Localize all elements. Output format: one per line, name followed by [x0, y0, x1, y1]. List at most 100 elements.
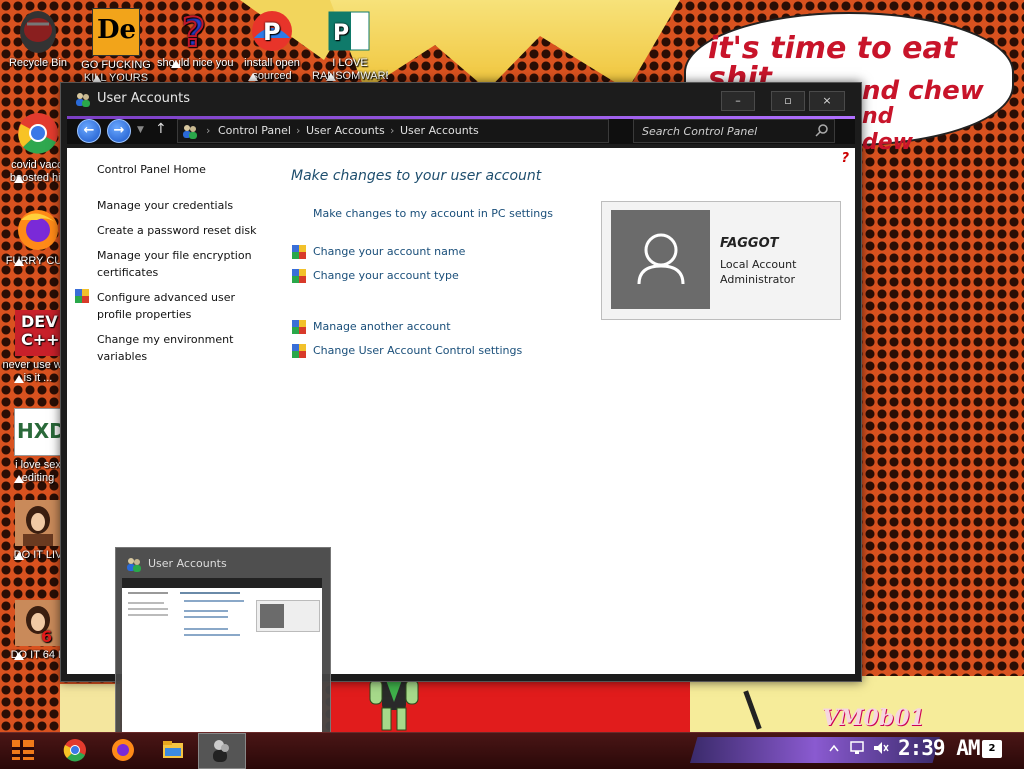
user-accounts-icon — [213, 740, 229, 762]
search-box[interactable] — [633, 119, 835, 143]
shortcut-arrow-icon — [14, 652, 24, 660]
change-account-name-link[interactable]: Change your account name — [313, 245, 465, 258]
forward-button[interactable]: → — [107, 119, 131, 143]
desktop-icon-label: should nice you — [157, 57, 233, 69]
firefox-icon — [15, 206, 61, 252]
shortcut-arrow-icon — [14, 552, 24, 560]
sidebar-item-environment-variables[interactable]: Change my environment variables — [97, 331, 247, 365]
breadcrumb-item-user-accounts[interactable]: User Accounts — [306, 124, 385, 137]
desktop-icon-label: install open sourced — [244, 57, 300, 82]
manage-another-account-link[interactable]: Manage another account — [313, 320, 451, 333]
file-explorer-icon — [163, 741, 183, 758]
shortcut-arrow-icon — [14, 175, 24, 183]
desktop-icon-ransomware[interactable]: P I LOVE RANSOMWARE — [312, 8, 388, 83]
portrait-64-icon: 6 — [15, 600, 61, 646]
publisher-icon: P — [327, 8, 373, 54]
window-title: User Accounts — [97, 91, 191, 106]
start-icon — [12, 740, 34, 760]
user-accounts-icon — [127, 558, 141, 572]
chevron-right-icon: › — [390, 124, 395, 137]
desktop-icon-label: Recycle Bin — [8, 57, 68, 69]
search-input[interactable] — [640, 122, 814, 140]
breadcrumb-item-control-panel[interactable]: Control Panel — [218, 124, 291, 137]
taskbar-clock[interactable]: 2:39 AM — [898, 736, 981, 760]
shortcut-arrow-icon — [171, 60, 181, 68]
taskbar-chrome-button[interactable] — [58, 734, 92, 766]
page-title: Make changes to your user account — [291, 168, 542, 184]
taskbar-user-accounts-button[interactable] — [198, 733, 246, 769]
pc-settings-link[interactable]: Make changes to my account in PC setting… — [313, 207, 553, 220]
search-icon[interactable] — [815, 124, 828, 137]
chrome-icon — [63, 739, 86, 762]
firefox-icon — [112, 739, 134, 761]
chevron-right-icon: › — [296, 124, 301, 137]
speech-bubble-text-4: dew — [862, 130, 913, 155]
user-silhouette-icon — [637, 233, 685, 285]
shortcut-arrow-icon — [248, 73, 258, 81]
svg-text:6: 6 — [41, 627, 52, 646]
recent-pages-dropdown-icon[interactable]: ▼ — [137, 125, 144, 135]
shield-icon — [292, 245, 306, 259]
shield-icon — [292, 344, 306, 358]
shield-icon — [292, 269, 306, 283]
hxd-icon: HXD — [14, 408, 66, 456]
wallpaper-shape — [60, 684, 120, 732]
help-icon[interactable]: ? — [841, 151, 849, 166]
change-account-type-link[interactable]: Change your account type — [313, 269, 459, 282]
volume-icon[interactable] — [872, 740, 890, 756]
breadcrumb[interactable]: › Control Panel › User Accounts › User A… — [177, 119, 609, 143]
minimize-button[interactable]: – — [721, 91, 755, 111]
speech-bubble-text-2: nd chew — [862, 76, 984, 106]
p-app-icon: P — [249, 8, 295, 54]
avatar — [611, 210, 710, 309]
recycle-bin-icon — [15, 8, 61, 54]
sidebar-item-control-panel-home[interactable]: Control Panel Home — [97, 161, 206, 178]
portrait-icon — [15, 500, 61, 546]
sidebar-item-manage-credentials[interactable]: Manage your credentials — [97, 197, 233, 214]
uac-settings-link[interactable]: Change User Account Control settings — [313, 344, 522, 357]
shortcut-arrow-icon — [14, 475, 24, 483]
speech-bubble-text-3: nd — [862, 104, 894, 129]
svg-text:?: ? — [182, 10, 205, 54]
shield-icon — [292, 320, 306, 334]
user-accounts-icon — [183, 125, 197, 139]
account-type-line1: Local Account — [720, 258, 797, 271]
window-titlebar[interactable]: User Accounts – ▫ × — [61, 83, 861, 115]
desktop-icon-label: I LOVE RANSOMWARE — [312, 57, 388, 82]
chevron-up-icon[interactable] — [828, 742, 840, 754]
account-name: FAGGOT — [720, 236, 779, 251]
start-button[interactable] — [6, 734, 40, 766]
preview-title: User Accounts — [148, 557, 227, 570]
preview-thumbnail-image — [122, 578, 322, 733]
desktop-icon-recycle-bin[interactable]: Recycle Bin — [0, 8, 76, 70]
back-button[interactable]: ← — [77, 119, 101, 143]
account-card: FAGGOT Local Account Administrator — [601, 201, 841, 320]
desktop-icon-de-app[interactable]: De GO FUCKING KILL YOURS — [78, 8, 154, 85]
desktop-icon-question[interactable]: ? should nice you — [157, 8, 233, 70]
taskbar-thumbnail-preview[interactable]: User Accounts — [115, 547, 331, 734]
user-accounts-icon — [76, 93, 90, 107]
shield-icon — [75, 289, 89, 303]
svg-text:P: P — [263, 18, 281, 46]
sidebar-item-advanced-profile[interactable]: Configure advanced user profile properti… — [97, 289, 257, 323]
desktop-icon-install-open-sourced[interactable]: P install open sourced — [234, 8, 310, 83]
maximize-button[interactable]: ▫ — [771, 91, 805, 111]
notification-center-icon[interactable]: 2 — [982, 740, 1002, 758]
account-type-line2: Administrator — [720, 273, 795, 286]
breadcrumb-item-user-accounts-current[interactable]: User Accounts — [400, 124, 479, 137]
de-app-icon: De — [92, 8, 140, 56]
close-button[interactable]: × — [809, 91, 845, 111]
shortcut-arrow-icon — [326, 73, 336, 81]
dev-cpp-icon: DEV C++ — [15, 310, 61, 356]
svg-text:P: P — [333, 21, 349, 46]
network-icon[interactable] — [848, 740, 866, 756]
chevron-right-icon: › — [206, 124, 211, 137]
sidebar-item-file-encryption[interactable]: Manage your file encryption certificates — [97, 247, 267, 281]
sidebar-item-password-reset-disk[interactable]: Create a password reset disk — [97, 222, 257, 239]
up-arrow-icon[interactable]: ↑ — [155, 121, 167, 137]
chrome-icon — [15, 110, 61, 156]
shortcut-arrow-icon — [14, 258, 24, 266]
taskbar-explorer-button[interactable] — [156, 734, 190, 766]
shortcut-arrow-icon — [14, 375, 24, 383]
taskbar-firefox-button[interactable] — [106, 734, 140, 766]
